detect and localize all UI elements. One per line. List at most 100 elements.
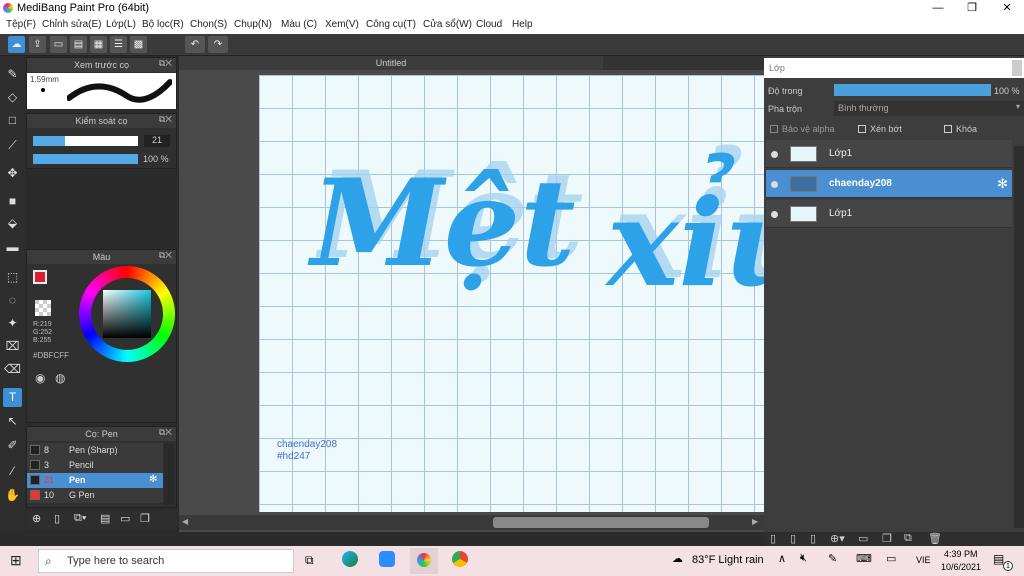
- magic-wand-icon[interactable]: ✦: [3, 314, 22, 333]
- merge-icon[interactable]: ⧉: [904, 532, 912, 545]
- language-indicator[interactable]: VIE: [916, 555, 931, 565]
- settings-gear-icon[interactable]: ✻: [149, 474, 157, 485]
- add-brush-icon[interactable]: ⊕: [32, 512, 41, 525]
- redo-button[interactable]: ↷: [208, 36, 228, 53]
- scroll-right-icon[interactable]: ▶: [752, 517, 758, 526]
- task-view-icon[interactable]: ⧉: [305, 553, 314, 568]
- select-pen-icon[interactable]: ⌧: [3, 337, 22, 356]
- lock-checkbox[interactable]: [944, 125, 952, 133]
- menu-file[interactable]: Tệp(F): [6, 19, 36, 30]
- menu-window[interactable]: Cửa sổ(W): [423, 19, 472, 30]
- list-icon[interactable]: ☰: [110, 36, 127, 53]
- display-icon[interactable]: ▭: [886, 552, 896, 565]
- bucket-tool-icon[interactable]: ⬙: [3, 214, 22, 233]
- comment-icon[interactable]: ▭: [50, 36, 67, 53]
- menu-color[interactable]: Màu (C): [281, 19, 317, 30]
- add-layer-menu-icon[interactable]: ⊕▾: [830, 532, 845, 545]
- visibility-icon[interactable]: [771, 151, 778, 158]
- operation-tool-icon[interactable]: ↖: [3, 412, 22, 431]
- delete-icon[interactable]: 🗑: [928, 532, 942, 545]
- layer-scrollbar[interactable]: [1014, 146, 1024, 528]
- brush-item[interactable]: 8 Pen (Sharp): [27, 443, 163, 458]
- pen-icon[interactable]: ✎: [828, 552, 837, 565]
- undo-button[interactable]: ↶: [185, 36, 205, 53]
- horizontal-scrollbar[interactable]: ◀ ▶: [179, 515, 764, 530]
- line-tool-icon[interactable]: ⟋: [3, 136, 22, 155]
- windows-start-icon[interactable]: ⊞: [10, 552, 22, 569]
- rectangle-tool-icon[interactable]: □: [3, 111, 22, 130]
- palette-icon[interactable]: ◍: [55, 371, 65, 385]
- layer-row-selected[interactable]: chaenday208 ✻: [766, 170, 1012, 198]
- text-tool-icon[interactable]: T: [3, 388, 22, 407]
- menu-capture[interactable]: Chụp(N): [234, 19, 272, 30]
- select-eraser-icon[interactable]: ⌫: [3, 360, 22, 379]
- scrollbar[interactable]: [1012, 60, 1022, 76]
- drawing-canvas[interactable]: Mệt Mệt xỉu xỉu chaenday208 #hd247: [259, 75, 764, 512]
- menu-layer[interactable]: Lớp(L): [106, 19, 136, 30]
- eraser-tool-icon[interactable]: ◇: [3, 88, 22, 107]
- brush-size-slider[interactable]: [33, 136, 138, 146]
- layer-row[interactable]: Lớp1: [766, 140, 1012, 168]
- weather-text[interactable]: 83°F Light rain: [692, 554, 764, 566]
- brush-opacity-slider[interactable]: [33, 154, 138, 164]
- menu-cloud[interactable]: Cloud: [476, 19, 502, 30]
- chevron-up-icon[interactable]: ∧: [778, 552, 786, 565]
- keyboard-icon[interactable]: ⌨: [856, 552, 872, 565]
- eyedropper-icon[interactable]: ⁄: [3, 462, 22, 481]
- menu-edit[interactable]: Chỉnh sửa(E): [42, 19, 102, 30]
- edge-icon[interactable]: [342, 551, 358, 567]
- folder-icon[interactable]: ▭: [858, 532, 868, 545]
- close-button[interactable]: ✕: [990, 0, 1024, 16]
- message-icon[interactable]: ▤: [70, 36, 87, 53]
- layer-settings-gear-icon[interactable]: ✻: [997, 176, 1008, 192]
- popout-icon[interactable]: ⧉✕: [159, 58, 172, 69]
- scroll-left-icon[interactable]: ◀: [182, 517, 188, 526]
- select-rect-icon[interactable]: ⬚: [3, 268, 22, 287]
- menu-filter[interactable]: Bộ lọc(R): [142, 19, 184, 30]
- gradient-tool-icon[interactable]: ▬: [3, 238, 22, 257]
- new-8bit-layer-icon[interactable]: ▯: [810, 532, 816, 545]
- document-icon[interactable]: ▦: [90, 36, 107, 53]
- clock-date[interactable]: 10/6/2021: [941, 562, 981, 572]
- menu-help[interactable]: Help: [512, 19, 533, 30]
- medibang-taskbar-button[interactable]: [410, 548, 438, 574]
- menu-view[interactable]: Xem(V): [325, 19, 359, 30]
- popout-icon[interactable]: ⧉✕: [159, 114, 172, 125]
- cloud-icon[interactable]: ☁: [8, 36, 25, 53]
- zoom-icon[interactable]: [379, 551, 395, 567]
- blend-mode-select[interactable]: Bình thường ▾: [834, 101, 1024, 116]
- visibility-icon[interactable]: [771, 181, 778, 188]
- brush-item[interactable]: 10 G Pen: [27, 488, 163, 503]
- brush-settings-icon[interactable]: ▤: [100, 512, 110, 525]
- new-halftone-layer-icon[interactable]: ▯: [790, 532, 796, 545]
- fill-rect-tool-icon[interactable]: ■: [3, 192, 22, 211]
- brush-type-icon[interactable]: ⧉▾: [74, 512, 86, 525]
- clip-checkbox[interactable]: [858, 125, 866, 133]
- search-input[interactable]: ⌕ Type here to search: [38, 549, 294, 573]
- transparent-swatch[interactable]: [35, 300, 51, 316]
- blur-tool-icon[interactable]: ✐: [3, 436, 22, 455]
- protect-alpha-checkbox[interactable]: [770, 125, 778, 133]
- brush-tool-icon[interactable]: ✎: [3, 65, 22, 84]
- brush-item[interactable]: 3 Pencil: [27, 458, 163, 473]
- clock-time[interactable]: 4:39 PM: [944, 549, 978, 559]
- visibility-icon[interactable]: [771, 211, 778, 218]
- layer-opacity-slider[interactable]: [834, 84, 991, 96]
- grid-icon[interactable]: ▩: [130, 36, 147, 53]
- move-tool-icon[interactable]: ✥: [3, 164, 22, 183]
- hand-tool-icon[interactable]: ✋: [3, 486, 22, 505]
- color-history-icon[interactable]: ◉: [35, 371, 45, 385]
- share-icon[interactable]: ⇪: [29, 36, 46, 53]
- lasso-icon[interactable]: ◌: [3, 291, 22, 310]
- popout-icon[interactable]: ⧉✕: [159, 427, 172, 438]
- document-tab[interactable]: Untitled: [179, 56, 603, 70]
- menu-tools[interactable]: Công cụ(T): [366, 19, 416, 30]
- folder-icon[interactable]: ▭: [120, 512, 130, 525]
- speaker-muted-icon[interactable]: 🔇︎: [800, 552, 807, 565]
- new-file-icon[interactable]: ▯: [54, 512, 60, 525]
- maximize-button[interactable]: ❐: [955, 0, 989, 16]
- layer-row[interactable]: Lớp1: [766, 200, 1012, 228]
- menu-select[interactable]: Chọn(S): [190, 19, 227, 30]
- foreground-color-swatch[interactable]: [33, 270, 47, 284]
- minimize-button[interactable]: —: [921, 0, 955, 16]
